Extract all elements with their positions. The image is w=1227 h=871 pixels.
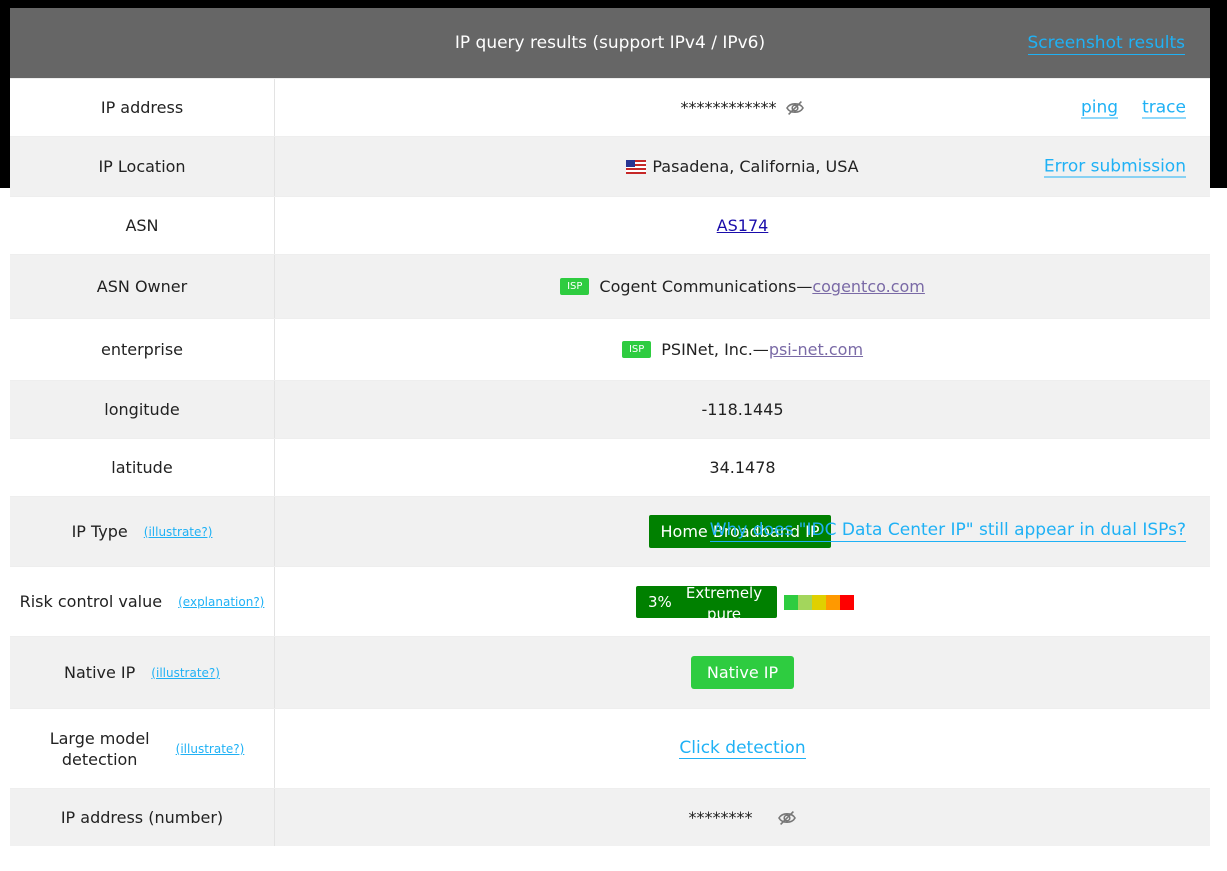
risk-badge: 3% Extremely pure bbox=[636, 584, 777, 618]
risk-percent: 3% bbox=[648, 593, 672, 611]
row-asn-owner: ASN Owner ISP Cogent Communications— cog… bbox=[10, 254, 1210, 318]
longitude-value: -118.1445 bbox=[701, 400, 784, 419]
eye-slash-icon[interactable] bbox=[777, 810, 797, 826]
risk-level: Extremely pure bbox=[685, 584, 763, 618]
latitude-value: 34.1478 bbox=[709, 458, 776, 477]
row-label: ASN bbox=[10, 197, 275, 254]
row-value: Home Broadband IP Why does "IDC Data Cen… bbox=[275, 497, 1210, 566]
row-llm-detection: Large model detection (illustrate?) Clic… bbox=[10, 708, 1210, 788]
enterprise-name: PSINet, Inc.— bbox=[661, 340, 769, 359]
row-value: Click detection bbox=[275, 709, 1210, 788]
risk-scale bbox=[784, 595, 854, 610]
row-value: ISP Cogent Communications— cogentco.com bbox=[275, 255, 1210, 318]
location-text: Pasadena, California, USA bbox=[652, 157, 859, 176]
row-risk: Risk control value (explanation?) 3% Ext… bbox=[10, 566, 1210, 636]
row-label: enterprise bbox=[10, 319, 275, 380]
location-tools: Error submission bbox=[1043, 156, 1186, 177]
click-detection-link[interactable]: Click detection bbox=[679, 738, 806, 759]
row-asn: ASN AS174 bbox=[10, 196, 1210, 254]
row-value: AS174 bbox=[275, 197, 1210, 254]
isp-badge: ISP bbox=[560, 278, 590, 295]
risk-scale-step bbox=[812, 595, 826, 610]
row-label: IP address (number) bbox=[10, 789, 275, 846]
ip-tools: ping trace bbox=[1081, 97, 1186, 118]
row-label: Native IP bbox=[64, 663, 136, 682]
risk-scale-step bbox=[826, 595, 840, 610]
row-latitude: latitude 34.1478 bbox=[10, 438, 1210, 496]
native-ip-illustrate-link[interactable]: (illustrate?) bbox=[151, 666, 220, 680]
enterprise-domain-link[interactable]: psi-net.com bbox=[769, 340, 863, 359]
isp-badge: ISP bbox=[621, 341, 652, 358]
risk-scale-step bbox=[798, 595, 812, 610]
row-ip-type: IP Type (illustrate?) Home Broadband IP … bbox=[10, 496, 1210, 566]
asn-owner-name: Cogent Communications— bbox=[599, 277, 813, 296]
row-label: IP address bbox=[10, 79, 275, 136]
ip-number-masked: ******** bbox=[688, 808, 753, 827]
ip-type-illustrate-link[interactable]: (illustrate?) bbox=[144, 525, 213, 539]
row-label: ASN Owner bbox=[10, 255, 275, 318]
row-label-cell: IP Type (illustrate?) bbox=[10, 497, 275, 566]
row-value: 34.1478 bbox=[275, 439, 1210, 496]
results-header: IP query results (support IPv4 / IPv6) S… bbox=[10, 8, 1210, 78]
row-label-cell: Large model detection (illustrate?) bbox=[10, 709, 275, 788]
asn-link[interactable]: AS174 bbox=[717, 216, 769, 235]
risk-explanation-link[interactable]: (explanation?) bbox=[178, 595, 264, 609]
row-label: IP Type bbox=[71, 522, 128, 541]
risk-scale-step bbox=[784, 595, 798, 610]
ping-link[interactable]: ping bbox=[1081, 97, 1119, 118]
row-value: ******** bbox=[275, 789, 1210, 846]
error-submission-link[interactable]: Error submission bbox=[1043, 156, 1186, 177]
row-ip-number: IP address (number) ******** bbox=[10, 788, 1210, 846]
row-native-ip: Native IP (illustrate?) Native IP bbox=[10, 636, 1210, 708]
risk-scale-step bbox=[840, 595, 854, 610]
llm-illustrate-link[interactable]: (illustrate?) bbox=[176, 742, 245, 756]
row-ip-location: IP Location Pasadena, California, USA Er… bbox=[10, 136, 1210, 196]
trace-link[interactable]: trace bbox=[1142, 97, 1186, 118]
row-ip-address: IP address ************ ping trace bbox=[10, 78, 1210, 136]
screenshot-results-link[interactable]: Screenshot results bbox=[1027, 32, 1185, 55]
us-flag-icon bbox=[626, 159, 647, 174]
row-value: 3% Extremely pure bbox=[275, 567, 1210, 636]
row-label: Risk control value bbox=[19, 592, 163, 611]
native-ip-badge: Native IP bbox=[690, 656, 795, 689]
row-label: latitude bbox=[10, 439, 275, 496]
row-value: ************ bbox=[275, 79, 1210, 136]
row-label-cell: Native IP (illustrate?) bbox=[10, 637, 275, 708]
row-value: -118.1445 bbox=[275, 381, 1210, 438]
asn-owner-domain-link[interactable]: cogentco.com bbox=[812, 277, 925, 296]
eye-slash-icon[interactable] bbox=[785, 100, 805, 116]
row-value: Native IP bbox=[275, 637, 1210, 708]
row-label: IP Location bbox=[10, 137, 275, 196]
row-label: longitude bbox=[10, 381, 275, 438]
row-longitude: longitude -118.1445 bbox=[10, 380, 1210, 438]
row-enterprise: enterprise ISP PSINet, Inc.— psi-net.com bbox=[10, 318, 1210, 380]
row-label: Large model detection bbox=[49, 728, 150, 769]
ip-results-panel: IP query results (support IPv4 / IPv6) S… bbox=[10, 8, 1210, 846]
row-label-cell: Risk control value (explanation?) bbox=[10, 567, 275, 636]
row-value: ISP PSINet, Inc.— psi-net.com bbox=[275, 319, 1210, 380]
dual-isp-question-link[interactable]: Why does "IDC Data Center IP" still appe… bbox=[709, 519, 1186, 542]
ip-address-masked: ************ bbox=[680, 98, 777, 117]
